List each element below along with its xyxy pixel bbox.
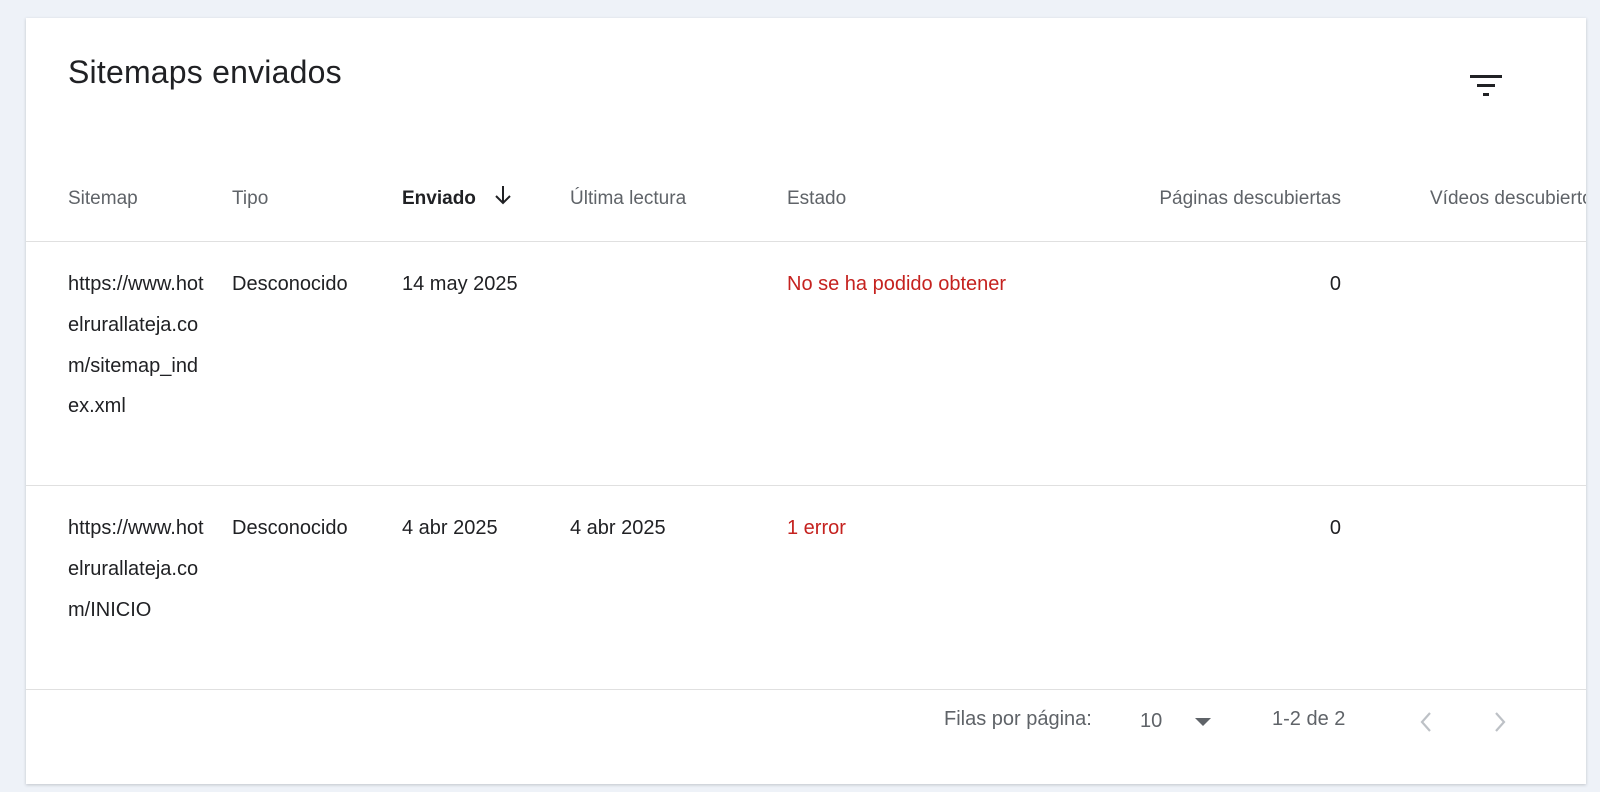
rows-per-page-value: 10 [1140, 709, 1163, 732]
arrow-down-icon [495, 186, 511, 205]
rows-per-page-label: Filas por página: [944, 708, 1092, 730]
cell-sitemap: https://www.hotelrurallateja.com/sitemap… [26, 241, 232, 486]
column-header-paginas[interactable]: Páginas descubiertas [1087, 156, 1341, 242]
cell-videos [1341, 241, 1586, 486]
cell-sitemap: https://www.hotelrurallateja.com/INICIO [26, 485, 232, 690]
table-header-row: Sitemap Tipo Enviado Última lectura Esta… [26, 156, 1586, 242]
caret-down-icon [1195, 718, 1211, 726]
filter-list-icon [1470, 75, 1502, 96]
sitemaps-card: Sitemaps enviados Sitemap Tipo Enviado Ú… [26, 18, 1586, 784]
chevron-right-icon [1495, 712, 1506, 732]
column-header-enviado[interactable]: Enviado [402, 156, 570, 242]
column-header-tipo[interactable]: Tipo [232, 156, 402, 242]
column-header-ultima-lectura[interactable]: Última lectura [570, 156, 787, 242]
table-footer [26, 690, 1586, 784]
cell-paginas: 0 [1087, 241, 1341, 486]
column-header-sitemap[interactable]: Sitemap [26, 156, 232, 242]
cell-ultima-lectura: 4 abr 2025 [570, 485, 787, 690]
cell-ultima-lectura [570, 241, 787, 486]
cell-paginas: 0 [1087, 485, 1341, 690]
previous-page-button[interactable] [1408, 704, 1444, 740]
column-header-videos[interactable]: Vídeos descubiertos [1341, 156, 1586, 242]
cell-enviado: 14 may 2025 [402, 241, 570, 486]
pagination-range: 1-2 de 2 [1272, 708, 1346, 730]
filter-button[interactable] [1466, 66, 1506, 106]
cell-estado: No se ha podido obtener [787, 241, 1087, 486]
cell-tipo: Desconocido [232, 485, 402, 690]
sitemaps-table: Sitemap Tipo Enviado Última lectura Esta… [26, 156, 1586, 690]
next-page-button[interactable] [1482, 704, 1518, 740]
table-row[interactable]: https://www.hotelrurallateja.com/INICIO … [26, 485, 1586, 690]
cell-enviado: 4 abr 2025 [402, 485, 570, 690]
rows-per-page-select[interactable]: 10 [1136, 704, 1216, 738]
table-row[interactable]: https://www.hotelrurallateja.com/sitemap… [26, 241, 1586, 486]
cell-videos [1341, 485, 1586, 690]
chevron-left-icon [1420, 712, 1431, 732]
cell-tipo: Desconocido [232, 241, 402, 486]
card-header: Sitemaps enviados [26, 18, 1586, 138]
cell-estado: 1 error [787, 485, 1087, 690]
column-header-estado[interactable]: Estado [787, 156, 1087, 242]
card-title: Sitemaps enviados [68, 54, 342, 90]
